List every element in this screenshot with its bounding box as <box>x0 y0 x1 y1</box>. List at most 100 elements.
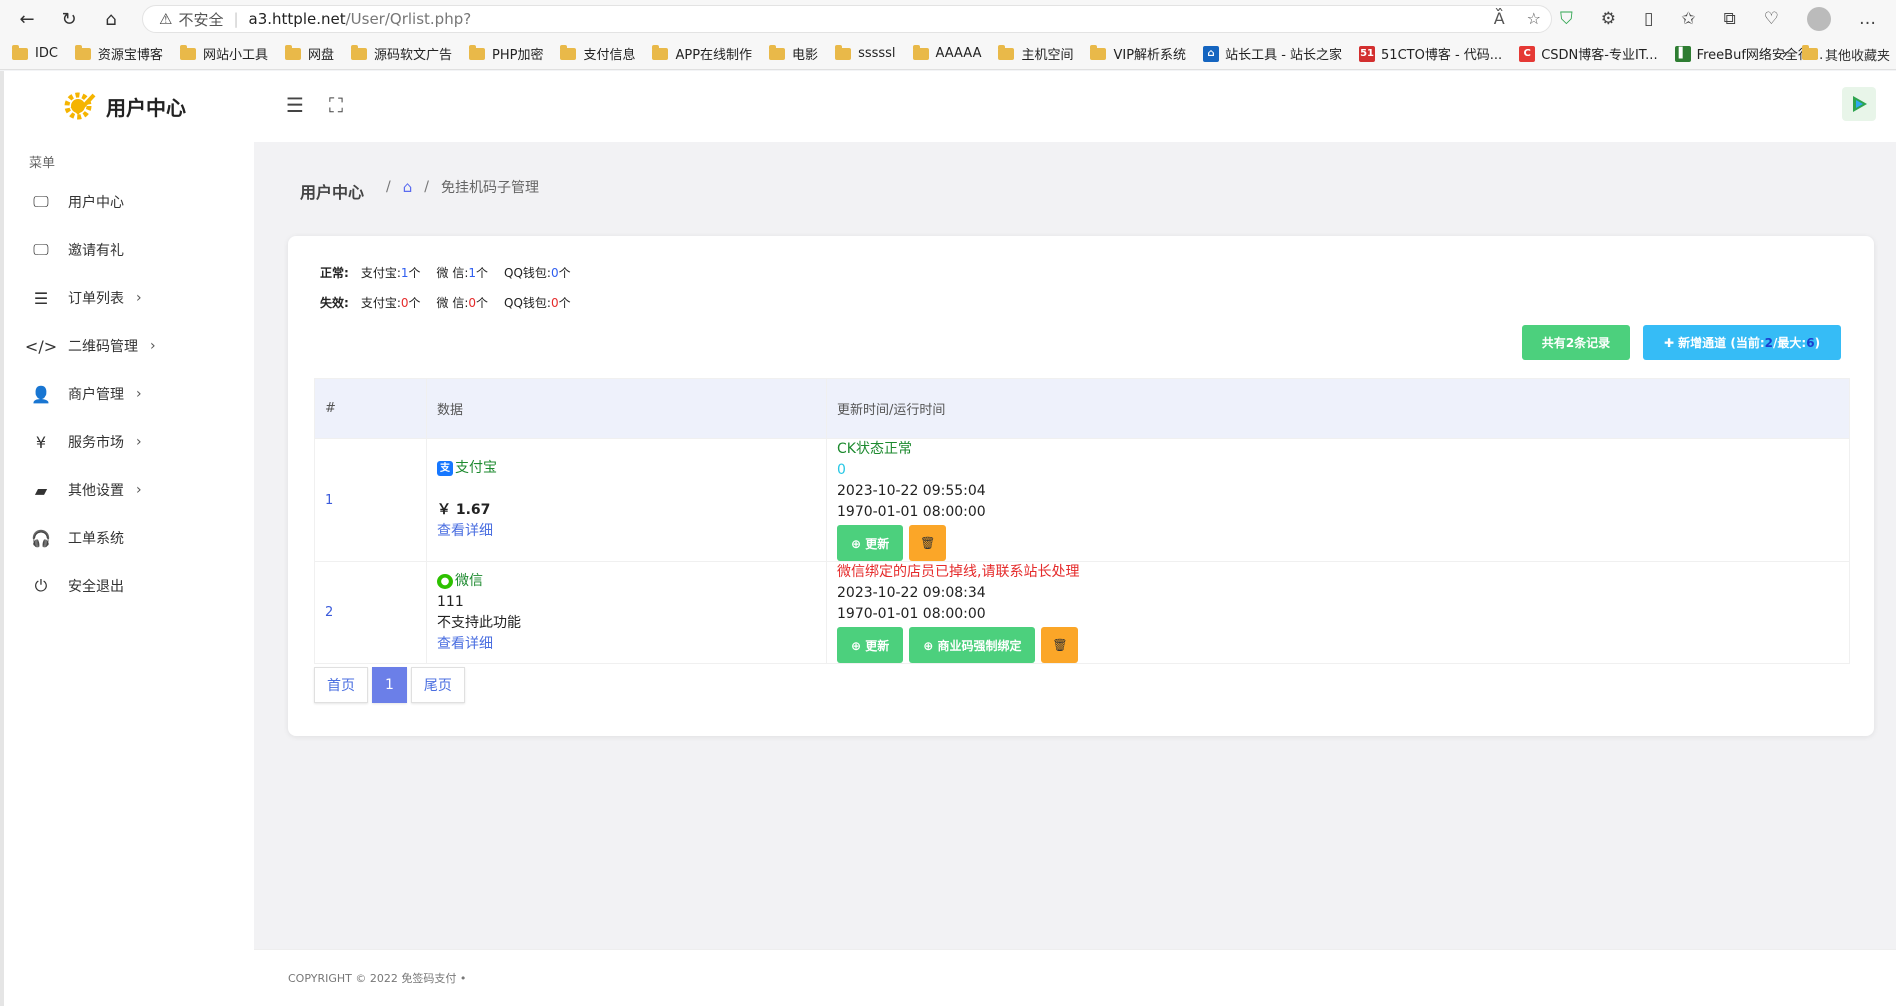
sidebar-item[interactable]: 🖵 用户中心 <box>4 178 254 226</box>
first-page-button[interactable]: 首页 <box>314 667 368 703</box>
address-bar[interactable]: ⚠ 不安全 | a3.httple.net/User/Qrlist.php? A… <box>142 5 1552 33</box>
updated-time: 2023-10-22 09:08:34 <box>837 585 986 601</box>
folder-icon <box>652 44 669 60</box>
power-icon: ⏻ <box>34 576 48 595</box>
bookmark-item[interactable]: 源码软文广告 <box>350 44 452 63</box>
back-icon[interactable]: ← <box>6 0 48 38</box>
breadcrumb: 用户中心 / ⌂ / 免挂机码子管理 <box>300 175 539 202</box>
view-detail-link[interactable]: 查看详细 <box>437 634 826 655</box>
bookmark-item[interactable]: C CSDN博客-专业IT... <box>1519 44 1658 63</box>
current-page-button[interactable]: 1 <box>372 667 407 703</box>
last-page-button[interactable]: 尾页 <box>410 667 465 703</box>
bookmark-label: 主机空间 <box>1021 48 1074 63</box>
split-screen-icon[interactable]: ▯ <box>1644 9 1653 29</box>
delete-button[interactable]: 🗑 <box>909 525 947 561</box>
sidebar-item-label: 邀请有礼 <box>68 243 124 259</box>
bookmark-label: APP在线制作 <box>675 48 753 63</box>
force-bind-button[interactable]: ⊕ 商业码强制绑定 <box>909 627 1036 663</box>
delete-button[interactable]: 🗑 <box>1041 627 1079 663</box>
sidebar-item-label: 其他设置 <box>68 483 124 499</box>
bookmark-item[interactable]: AAAAA <box>912 44 981 61</box>
failed-label: 失效: <box>320 296 349 310</box>
profile-avatar[interactable] <box>1807 7 1831 31</box>
heart-icon[interactable]: ♡ <box>1764 9 1779 29</box>
unit: 个 <box>476 296 489 310</box>
copyright: COPYRIGHT © 2022 免签码支付 • <box>288 972 467 985</box>
view-detail-link[interactable]: 查看详细 <box>437 521 826 542</box>
col-index-header: # <box>314 378 427 439</box>
extensions-icon[interactable]: ⚙ <box>1601 9 1616 29</box>
brand[interactable]: 用户中心 <box>64 91 186 121</box>
table-header-row: # 数据 更新时间/运行时间 <box>314 378 1850 439</box>
col-data-header: 数据 <box>426 378 827 439</box>
alipay-icon: 支 <box>437 461 453 476</box>
bookmarks-more-icon[interactable]: › <box>1782 44 1788 63</box>
sidebar-item[interactable]: ▰ 其他设置 › <box>4 466 254 514</box>
favorites-icon[interactable]: ✩ <box>1681 9 1695 29</box>
bookmark-label: 网站小工具 <box>202 48 268 63</box>
breadcrumb-separator: / <box>386 179 391 195</box>
qr-list-card: 正常: 支付宝:1个 微 信:1个 QQ钱包:0个 失效: 支付宝:0个 微 信… <box>288 236 1874 736</box>
sidebar-item[interactable]: </> 二维码管理 › <box>4 322 254 370</box>
bookmark-label: 资源宝博客 <box>97 48 163 63</box>
chevron-right-icon: › <box>136 386 142 402</box>
more-icon[interactable]: … <box>1859 9 1876 29</box>
other-bookmarks[interactable]: 其他收藏夹 <box>1801 38 1896 69</box>
app-corner-logo[interactable] <box>1842 87 1876 121</box>
sidebar-item[interactable]: ¥ 服务市场 › <box>4 418 254 466</box>
bookmark-item[interactable]: 资源宝博客 <box>74 44 163 63</box>
update-button[interactable]: ⊕ 更新 <box>837 627 904 663</box>
bookmark-item[interactable]: ⌂ 站长工具 - 站长之家 <box>1203 44 1342 63</box>
home-icon[interactable]: ⌂ <box>90 0 132 38</box>
sidebar-item-label: 二维码管理 <box>68 339 138 355</box>
sidebar-item-label: 服务市场 <box>68 435 124 451</box>
shield-icon[interactable]: ⛉ <box>1560 9 1573 29</box>
bookmark-item[interactable]: 51 51CTO博客 - 代码... <box>1359 44 1502 63</box>
menu-title: 菜单 <box>29 156 56 171</box>
home-breadcrumb-icon[interactable]: ⌂ <box>403 178 413 196</box>
footer: COPYRIGHT © 2022 免签码支付 • <box>254 949 1896 1006</box>
bookmark-item[interactable]: PHP加密 <box>468 44 543 63</box>
bookmark-item[interactable]: IDC <box>12 44 58 61</box>
bookmark-item[interactable]: 主机空间 <box>998 44 1073 63</box>
pay-name-label: 支付宝 <box>455 460 497 476</box>
bookmark-item[interactable]: 网盘 <box>284 44 334 63</box>
sidebar-item[interactable]: 🖵 邀请有礼 <box>4 226 254 274</box>
normal-stats: 正常: 支付宝:1个 微 信:1个 QQ钱包:0个 <box>320 264 587 281</box>
sidebar-item[interactable]: ☰ 订单列表 › <box>4 274 254 322</box>
update-button[interactable]: ⊕ 更新 <box>837 525 904 561</box>
app-container: 用户中心 菜单 🖵 用户中心 🖵 邀请有礼 ☰ 订单列表 › </> 二维码管理 › 👤 商户管理 › ¥… <box>0 71 1896 1006</box>
bookmark-item[interactable]: 支付信息 <box>560 44 635 63</box>
runtime: 1970-01-01 08:00:00 <box>837 504 986 520</box>
bookmark-item[interactable]: APP在线制作 <box>652 44 752 63</box>
sidebar-item[interactable]: 🎧 工单系统 <box>4 514 254 562</box>
breadcrumb-title: 用户中心 <box>300 183 365 202</box>
bookmark-item[interactable]: 网站小工具 <box>179 44 268 63</box>
monitor-icon: 🖵 <box>33 240 49 259</box>
collections-icon[interactable]: ⧉ <box>1724 9 1736 29</box>
total-count: 2 <box>1565 335 1575 350</box>
add-channel-button[interactable]: ✚ 新增通道 (当前: 2/最大: 6) <box>1643 325 1841 360</box>
site-favicon-icon: 51 <box>1359 45 1376 62</box>
fullscreen-icon[interactable]: ⛶ <box>329 93 343 117</box>
bookmark-item[interactable]: 电影 <box>769 44 818 63</box>
folder-icon <box>1090 44 1107 60</box>
chevron-right-icon: › <box>136 434 142 450</box>
sidebar-item[interactable]: ⏻ 安全退出 <box>4 562 254 610</box>
total-records-button[interactable]: 共有 2 条记录 <box>1522 325 1630 360</box>
trash-icon: 🗑 <box>920 536 936 550</box>
bookmark-label: 站长工具 - 站长之家 <box>1225 48 1343 63</box>
read-aloud-icon[interactable]: A᷈ <box>1494 9 1505 28</box>
normal-wechat-count: 1 <box>468 266 477 280</box>
bookmark-item[interactable]: sssssl <box>835 44 896 61</box>
row-time-cell: 微信绑定的店员已掉线,请联系站长处理 2023-10-22 09:08:34 1… <box>826 561 1850 664</box>
row-time-cell: CK状态正常 0 2023-10-22 09:55:04 1970-01-01 … <box>826 438 1850 562</box>
reload-icon[interactable]: ↻ <box>48 0 90 38</box>
hamburger-icon[interactable]: ☰ <box>286 93 304 117</box>
table-row: 1 支 支付宝 ￥ 1.67 查看详细 CK状态正常 0 2023-10-22 <box>314 438 1850 562</box>
sidebar-item[interactable]: 👤 商户管理 › <box>4 370 254 418</box>
site-favicon-icon: C <box>1519 45 1536 62</box>
bookmark-item[interactable]: VIP解析系统 <box>1090 44 1186 63</box>
favorite-star-icon[interactable]: ☆ <box>1527 9 1541 28</box>
bookmark-item[interactable]: ▌ FreeBuf网络安全行... <box>1674 44 1823 63</box>
